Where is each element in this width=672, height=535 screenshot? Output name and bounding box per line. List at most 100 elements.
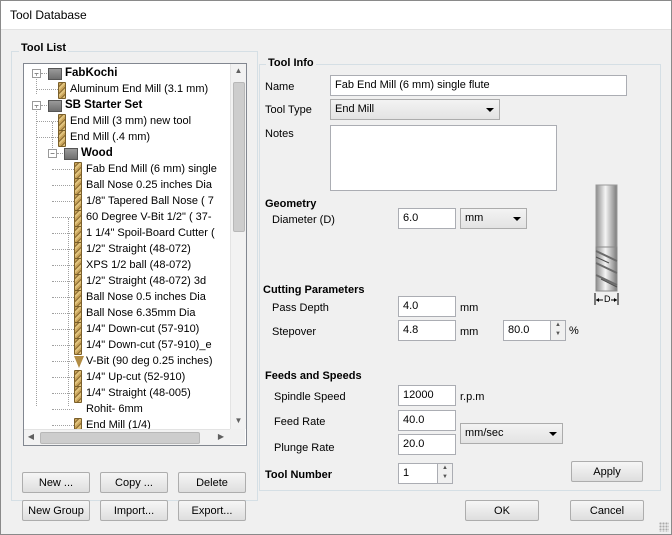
chevron-down-icon [486, 108, 494, 112]
tree-vertical-scrollbar[interactable]: ▲ ▼ [230, 64, 246, 429]
spin-down-icon[interactable]: ▼ [551, 330, 565, 339]
rate-unit-select[interactable]: mm/sec [460, 423, 563, 444]
stepover-field[interactable]: 4.8 [398, 320, 456, 341]
tree-tool-row[interactable]: 60 Degree V-Bit 1/2" ( 37- [24, 210, 230, 227]
tree-tool-row[interactable]: 1 1/4" Spoil-Board Cutter ( [24, 226, 230, 243]
rate-unit-value: mm/sec [465, 427, 504, 439]
scroll-down-arrow-icon[interactable]: ▼ [231, 416, 246, 425]
tree-guide-line [68, 218, 69, 406]
tree-tool-label: End Mill (3 mm) new tool [70, 115, 192, 127]
spindle-speed-unit: r.p.m [460, 391, 485, 403]
tree-group-row[interactable]: − FabKochi [24, 66, 230, 82]
tree-tool-row[interactable]: 1/2" Straight (48-072) 3d [24, 274, 230, 291]
export-button[interactable]: Export... [178, 500, 246, 521]
tree-tool-row[interactable]: Fab End Mill (6 mm) single [24, 162, 230, 179]
tree-tool-row[interactable]: 1/8" Tapered Ball Nose ( 7 [24, 194, 230, 211]
spin-up-icon[interactable]: ▲ [438, 464, 452, 473]
tree-guide-line [52, 122, 53, 150]
tree-connector [52, 201, 74, 202]
spin-up-icon[interactable]: ▲ [551, 321, 565, 330]
tree-connector [52, 361, 74, 362]
stepover-label: Stepover [272, 326, 317, 338]
feed-rate-field[interactable]: 40.0 [398, 410, 456, 431]
tool-number-spinner[interactable]: ▲ ▼ [437, 463, 453, 484]
tree-tool-row[interactable]: 1/4" Down-cut (57-910) [24, 322, 230, 339]
scroll-left-arrow-icon[interactable]: ◀ [26, 432, 36, 441]
tree-group-row[interactable]: − Wood [24, 146, 230, 162]
drill-bit-icon [74, 178, 82, 195]
vertical-scroll-thumb[interactable] [233, 82, 245, 232]
tree-tool-row[interactable]: Ball Nose 0.5 inches Dia [24, 290, 230, 307]
diameter-label: Diameter (D) [272, 214, 335, 226]
drill-bit-icon [74, 210, 82, 227]
tree-connector [52, 393, 74, 394]
stepover-percent-spinner[interactable]: ▲ ▼ [550, 320, 566, 341]
ok-button[interactable]: OK [465, 500, 539, 521]
tree-guide-line [36, 106, 37, 406]
tool-number-field[interactable]: 1 [398, 463, 438, 484]
tree-tool-row[interactable]: End Mill (.4 mm) [24, 130, 230, 147]
horizontal-scroll-thumb[interactable] [40, 432, 200, 444]
end-mill-diagram-icon: D [589, 181, 625, 309]
diameter-field[interactable]: 6.0 [398, 208, 456, 229]
new-group-button[interactable]: New Group [22, 500, 90, 521]
tree-tool-row[interactable]: End Mill (3 mm) new tool [24, 114, 230, 131]
tree-tool-row[interactable]: Aluminum End Mill (3.1 mm) [24, 82, 230, 99]
tree-tool-label: End Mill (.4 mm) [70, 131, 151, 143]
drill-bit-icon [74, 274, 82, 291]
cancel-button[interactable]: Cancel [570, 500, 644, 521]
tree-connector [52, 425, 74, 426]
new-tool-button[interactable]: New ... [22, 472, 90, 493]
import-button[interactable]: Import... [100, 500, 168, 521]
tree-tool-row[interactable]: 1/4" Straight (48-005) [24, 386, 230, 403]
tree-connector [52, 265, 74, 266]
tree-group-row[interactable]: − SB Starter Set [24, 98, 230, 114]
tree-connector [52, 313, 74, 314]
apply-button[interactable]: Apply [571, 461, 643, 482]
tree-tool-row[interactable]: 1/4" Up-cut (52-910) [24, 370, 230, 387]
tree-tool-row[interactable]: Ball Nose 6.35mm Dia [24, 306, 230, 323]
tree-tool-label: 1/8" Tapered Ball Nose ( 7 [86, 195, 214, 207]
tree-connector [52, 217, 74, 218]
geometry-unit-select[interactable]: mm [460, 208, 527, 229]
tree-tool-label: Ball Nose 6.35mm Dia [86, 307, 196, 319]
tool-type-select[interactable]: End Mill [330, 99, 500, 120]
plunge-rate-label: Plunge Rate [274, 442, 335, 454]
tree-tool-row[interactable]: XPS 1/2 ball (48-072) [24, 258, 230, 275]
tool-list-label: Tool List [19, 42, 69, 54]
tool-name-field[interactable]: Fab End Mill (6 mm) single flute [330, 75, 627, 96]
spin-down-icon[interactable]: ▼ [438, 473, 452, 482]
tree-connector [41, 105, 47, 106]
drill-bit-icon [74, 258, 82, 275]
pass-depth-field[interactable]: 4.0 [398, 296, 456, 317]
stepover-percent-field[interactable]: 80.0 [503, 320, 551, 341]
plunge-rate-field[interactable]: 20.0 [398, 434, 456, 455]
v-bit-icon [74, 356, 84, 368]
drill-bit-icon [74, 194, 82, 211]
scroll-up-arrow-icon[interactable]: ▲ [231, 66, 246, 75]
tree-guide-line [36, 74, 37, 94]
spindle-speed-field[interactable]: 12000 [398, 385, 456, 406]
scroll-right-arrow-icon[interactable]: ▶ [216, 432, 226, 441]
tree-group-label: Wood [81, 147, 113, 159]
tree-tool-row[interactable]: 1/4" Down-cut (57-910)_e [24, 338, 230, 355]
name-label: Name [265, 81, 295, 93]
tree-tool-row[interactable]: 1/2" Straight (48-072) [24, 242, 230, 259]
collapse-icon[interactable]: − [48, 149, 57, 158]
copy-tool-button[interactable]: Copy ... [100, 472, 168, 493]
pass-depth-label: Pass Depth [272, 302, 329, 314]
tree-horizontal-scrollbar[interactable]: ◀ ▶ [24, 429, 230, 445]
tree-tool-label: Rohit- 6mm [86, 403, 143, 415]
tree-group-label: FabKochi [65, 67, 118, 79]
pass-depth-unit: mm [460, 302, 479, 314]
resize-grip-icon[interactable] [659, 522, 669, 532]
tree-tool-row[interactable]: Ball Nose 0.25 inches Dia [24, 178, 230, 195]
diameter-dimension-label: D [604, 294, 611, 304]
notes-textarea[interactable] [330, 125, 557, 191]
delete-tool-button[interactable]: Delete [178, 472, 246, 493]
tree-tool-row[interactable]: V-Bit (90 deg 0.25 inches) [24, 354, 230, 370]
tree-tool-row[interactable]: Rohit- 6mm [24, 402, 230, 418]
tool-tree[interactable]: − FabKochi Aluminum End Mill (3.1 mm) − SB S… [23, 63, 247, 446]
tree-tool-label: 1/4" Straight (48-005) [86, 387, 191, 399]
tree-connector [57, 153, 63, 154]
